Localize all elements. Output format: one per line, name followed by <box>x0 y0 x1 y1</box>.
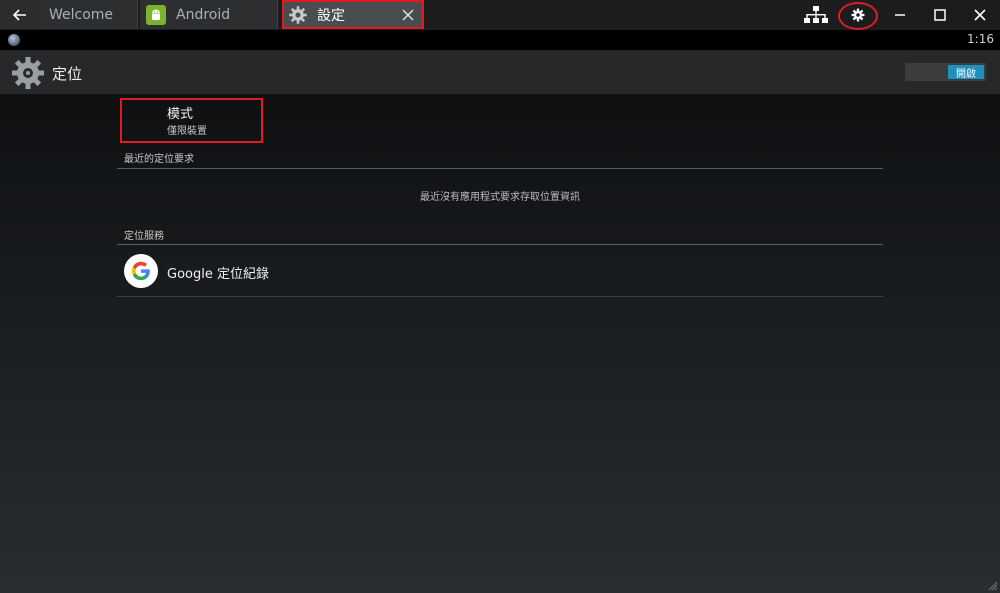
page-title: 定位 <box>52 65 83 83</box>
action-bar: 定位 <box>0 50 1000 95</box>
mode-subtitle: 僅限裝置 <box>167 126 207 137</box>
back-button[interactable] <box>0 0 41 29</box>
location-toggle[interactable]: 開啟 <box>905 63 986 81</box>
google-location-history-label: Google 定位紀錄 <box>167 267 269 282</box>
notification-icon <box>8 34 20 46</box>
recent-requests-label: 最近的定位要求 <box>124 154 194 165</box>
location-services-label: 定位服務 <box>124 231 164 242</box>
tab-settings[interactable]: 設定 <box>282 0 424 29</box>
tab-android[interactable]: Android <box>140 0 278 29</box>
google-icon <box>124 254 158 288</box>
tab-welcome[interactable]: Welcome <box>40 0 138 29</box>
network-icon <box>804 5 828 23</box>
resize-grip-icon[interactable] <box>988 581 998 591</box>
mode-title[interactable]: 模式 <box>167 103 193 122</box>
maximize-icon <box>934 8 946 21</box>
close-icon <box>974 8 986 21</box>
toggle-thumb: 開啟 <box>948 65 984 80</box>
close-window-button[interactable] <box>965 0 995 29</box>
recent-requests-empty: 最近沒有應用程式要求存取位置資訊 <box>420 192 580 203</box>
list-item[interactable]: Google 定位紀錄 <box>117 246 883 297</box>
minimize-button[interactable] <box>885 0 915 29</box>
network-button[interactable] <box>800 0 832 29</box>
highlight-circle <box>838 2 878 30</box>
close-tab-icon[interactable] <box>400 7 416 23</box>
settings-app-icon[interactable] <box>10 55 46 91</box>
tab-settings-label: 設定 <box>317 7 345 24</box>
android-icon <box>146 4 166 25</box>
maximize-button[interactable] <box>925 0 955 29</box>
status-bar: 1:16 <box>0 30 1000 50</box>
tab-android-label: Android <box>176 6 231 23</box>
minimize-icon <box>895 13 905 16</box>
gear-icon <box>289 5 307 24</box>
status-clock: 1:16 <box>967 32 994 46</box>
tab-welcome-label: Welcome <box>49 6 114 23</box>
location-services-header: 定位服務 <box>117 227 883 245</box>
recent-requests-header: 最近的定位要求 <box>117 150 883 169</box>
title-bar: Welcome Android 設定 <box>0 0 1000 31</box>
arrow-left-icon <box>13 8 26 21</box>
